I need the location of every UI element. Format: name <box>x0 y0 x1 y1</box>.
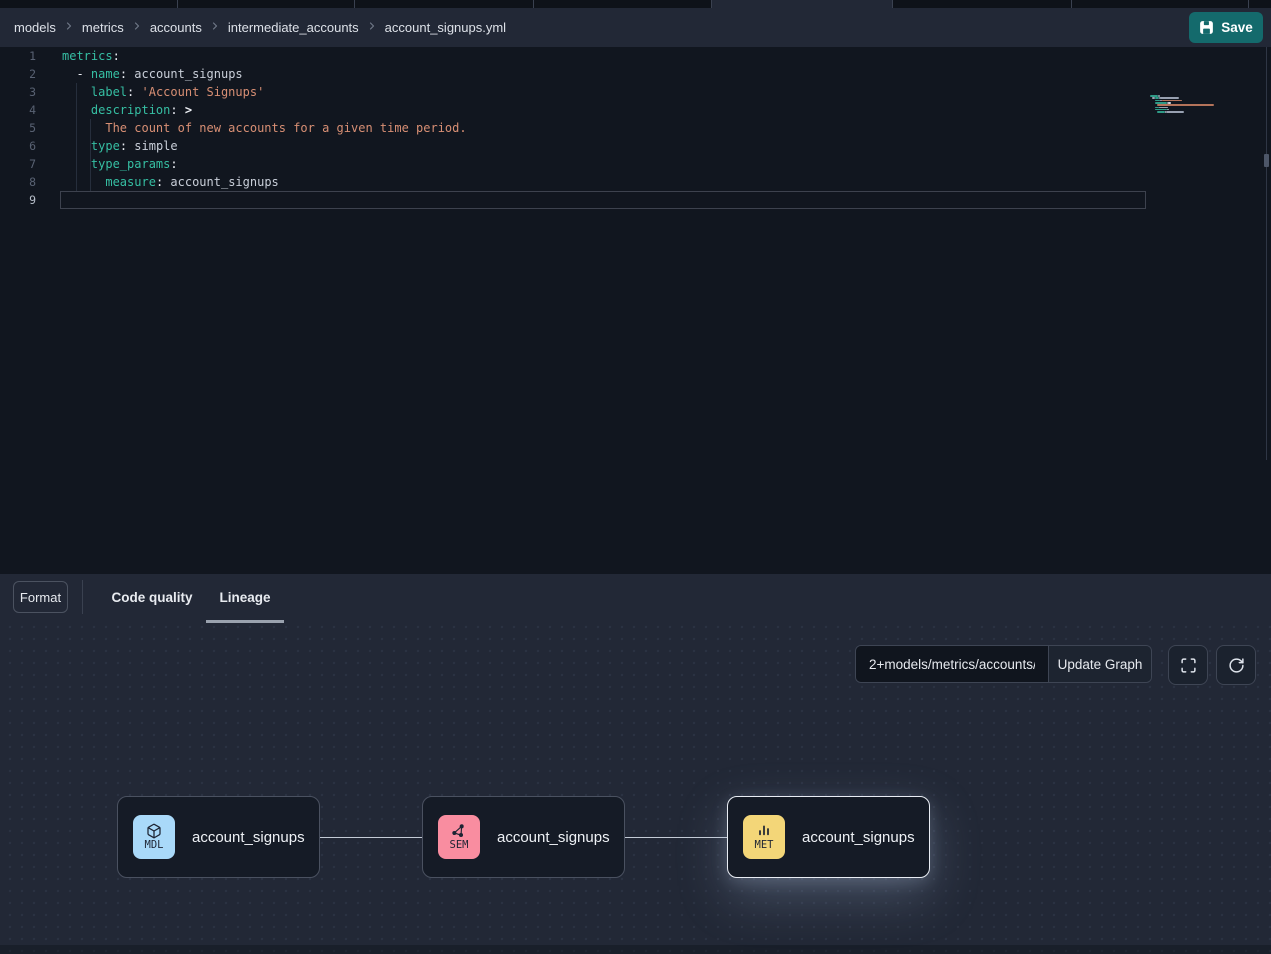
file-tab-segment[interactable] <box>892 0 1071 8</box>
code-line-text: label: 'Account Signups' <box>62 85 264 99</box>
file-tab-segment[interactable] <box>0 0 177 8</box>
lineage-edge <box>320 837 422 838</box>
node-type-label: SEM <box>450 840 469 851</box>
tab-code-quality[interactable]: Code quality <box>98 574 206 620</box>
tab-divider <box>533 0 534 8</box>
code-line[interactable]: 2 - name: account_signups <box>0 65 1262 83</box>
line-number: 2 <box>0 67 36 81</box>
lineage-node-sem[interactable]: SEM account_signups <box>422 796 625 878</box>
fullscreen-icon <box>1180 657 1197 674</box>
semantic-nodes-icon <box>451 823 467 839</box>
minimap-line <box>1157 104 1215 106</box>
breadcrumb: models metrics accounts intermediate_accoun… <box>14 19 506 37</box>
code-line-text: type: simple <box>62 139 178 153</box>
file-tab-segment[interactable] <box>711 0 892 8</box>
floppy-disk-icon <box>1199 20 1214 35</box>
line-number: 5 <box>0 121 36 135</box>
code-line-text: The count of new accounts for a given ti… <box>62 121 467 135</box>
line-number: 3 <box>0 85 36 99</box>
tab-divider <box>177 0 178 8</box>
node-type-label: MET <box>755 840 774 851</box>
line-number: 8 <box>0 175 36 189</box>
update-graph-button[interactable]: Update Graph <box>1048 646 1151 682</box>
breadcrumb-item[interactable]: accounts <box>150 20 202 35</box>
code-line[interactable]: 1 metrics: <box>0 47 1262 65</box>
line-number: 1 <box>0 49 36 63</box>
node-type-badge: MDL <box>133 815 175 859</box>
node-label: account_signups <box>497 829 610 846</box>
code-line[interactable]: 3 label: 'Account Signups' <box>0 83 1262 101</box>
breadcrumb-item[interactable]: intermediate_accounts <box>228 20 359 35</box>
breadcrumb-item[interactable]: account_signups.yml <box>385 20 506 35</box>
file-tab-segment[interactable] <box>1248 0 1271 8</box>
lineage-selector-input[interactable] <box>856 646 1048 682</box>
breadcrumb-item[interactable]: models <box>14 20 56 35</box>
code-editor[interactable]: 1metrics:2 - name: account_signups3 labe… <box>0 47 1271 574</box>
breadcrumb-bar: models metrics accounts intermediate_accoun… <box>0 8 1271 47</box>
file-tab-segment[interactable] <box>177 0 354 8</box>
lineage-edge <box>625 837 727 838</box>
minimap-line <box>1157 111 1165 113</box>
node-label: account_signups <box>192 829 305 846</box>
file-tab-segment[interactable] <box>354 0 533 8</box>
code-line[interactable]: 5 The count of new accounts for a given … <box>0 119 1262 137</box>
tab-divider <box>1071 0 1072 8</box>
chevron-right-icon <box>131 20 143 32</box>
minimap[interactable] <box>1150 95 1214 119</box>
refresh-button[interactable] <box>1216 645 1256 685</box>
chevron-right-icon <box>366 20 378 32</box>
lineage-node-met[interactable]: MET account_signups <box>727 796 930 878</box>
code-line-text: type_params: <box>62 157 178 171</box>
line-number: 6 <box>0 139 36 153</box>
node-type-label: MDL <box>145 840 164 851</box>
file-tab-segment[interactable] <box>533 0 711 8</box>
selector-group: Update Graph <box>855 645 1152 683</box>
node-type-badge: SEM <box>438 815 480 859</box>
tab-divider <box>711 0 712 8</box>
bottom-panel: Format Code quality Lineage MDL account_s… <box>0 574 1271 954</box>
refresh-icon <box>1228 657 1245 674</box>
minimap-line <box>1160 97 1178 99</box>
panel-divider <box>82 580 83 614</box>
format-button[interactable]: Format <box>13 581 68 613</box>
chevron-right-icon <box>63 20 75 32</box>
tab-lineage[interactable]: Lineage <box>206 574 284 620</box>
code-line[interactable]: 4 description: > <box>0 101 1262 119</box>
chevron-right-icon <box>209 20 221 32</box>
lineage-node-mdl[interactable]: MDL account_signups <box>117 796 320 878</box>
tab-divider <box>1248 0 1249 8</box>
ide-window: models metrics accounts intermediate_accoun… <box>0 0 1271 954</box>
tab-divider <box>354 0 355 8</box>
code-line-text: metrics: <box>62 49 120 63</box>
overview-ruler <box>1266 47 1267 460</box>
save-button[interactable]: Save <box>1189 12 1263 43</box>
code-line-text: - name: account_signups <box>62 67 243 81</box>
save-button-label: Save <box>1221 20 1253 35</box>
canvas-bottom-shade <box>0 945 1271 954</box>
node-label: account_signups <box>802 829 915 846</box>
cube-icon <box>146 823 162 839</box>
code-line[interactable]: 7 type_params: <box>0 155 1262 173</box>
line-number: 7 <box>0 157 36 171</box>
line-number: 9 <box>0 193 36 207</box>
node-type-badge: MET <box>743 815 785 859</box>
tab-divider <box>892 0 893 8</box>
file-tab-strip[interactable] <box>0 0 1271 8</box>
fullscreen-button[interactable] <box>1168 645 1208 685</box>
breadcrumb-item[interactable]: metrics <box>82 20 124 35</box>
code-line-text: description: > <box>62 103 192 117</box>
code-line[interactable]: 8 measure: account_signups <box>0 173 1262 191</box>
file-tab-segment[interactable] <box>1071 0 1248 8</box>
code-line[interactable]: 6 type: simple <box>0 137 1262 155</box>
bar-chart-icon <box>756 823 772 839</box>
active-line-highlight <box>60 191 1146 209</box>
scrollbar-handle[interactable] <box>1264 154 1269 167</box>
code-line-text: measure: account_signups <box>62 175 279 189</box>
active-tab-underline <box>206 620 284 623</box>
minimap-line <box>1160 107 1168 109</box>
line-number: 4 <box>0 103 36 117</box>
minimap-line <box>1166 111 1184 113</box>
